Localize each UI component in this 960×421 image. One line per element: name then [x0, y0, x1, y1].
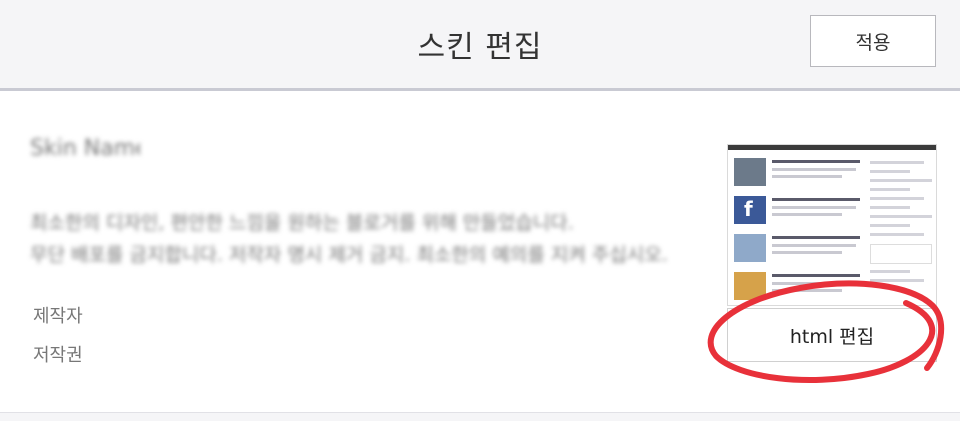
preview-post-image [734, 234, 766, 262]
copyright-label: 저작권 [33, 345, 83, 366]
html-edit-button[interactable]: html 편집 [727, 308, 937, 362]
preview-top-bar [728, 145, 936, 150]
preview-post: f [734, 193, 864, 227]
preview-post-image [734, 158, 766, 186]
preview-post [734, 269, 864, 303]
facebook-icon: f [734, 196, 766, 224]
author-label: 제작자 [33, 306, 83, 327]
skin-name: Skin Name [30, 136, 140, 161]
preview-post-image [734, 272, 766, 300]
preview-post-list: f [734, 155, 864, 305]
skin-description-line-1: 최소한의 디자인, 편안한 느낌을 원하는 블로거를 위해 만들었습니다. [30, 212, 574, 234]
skin-preview-thumbnail: f [727, 144, 937, 306]
preview-post [734, 155, 864, 189]
skin-description-line-2: 무단 배포를 금지합니다. 저작자 명시 제거 금지. 최소한의 예의를 지켜 … [30, 244, 668, 266]
preview-sidebar [870, 155, 932, 288]
apply-button[interactable]: 적용 [810, 15, 936, 67]
preview-post [734, 231, 864, 265]
header-bar: 스킨 편집 적용 [0, 0, 960, 91]
